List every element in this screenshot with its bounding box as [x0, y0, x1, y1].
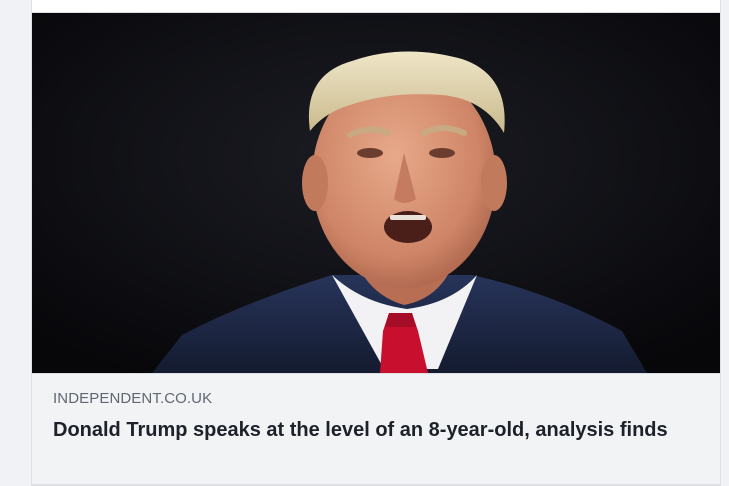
- feed-page: INDEPENDENT.CO.UK Donald Trump speaks at…: [0, 0, 729, 486]
- link-preview[interactable]: INDEPENDENT.CO.UK Donald Trump speaks at…: [32, 12, 720, 486]
- article-headline[interactable]: Donald Trump speaks at the level of an 8…: [53, 418, 698, 443]
- preview-image[interactable]: [32, 13, 720, 373]
- source-domain: INDEPENDENT.CO.UK: [53, 390, 213, 407]
- post-card: INDEPENDENT.CO.UK Donald Trump speaks at…: [31, 0, 721, 486]
- preview-meta[interactable]: INDEPENDENT.CO.UK Donald Trump speaks at…: [32, 373, 720, 486]
- photo-illustration: [32, 13, 720, 373]
